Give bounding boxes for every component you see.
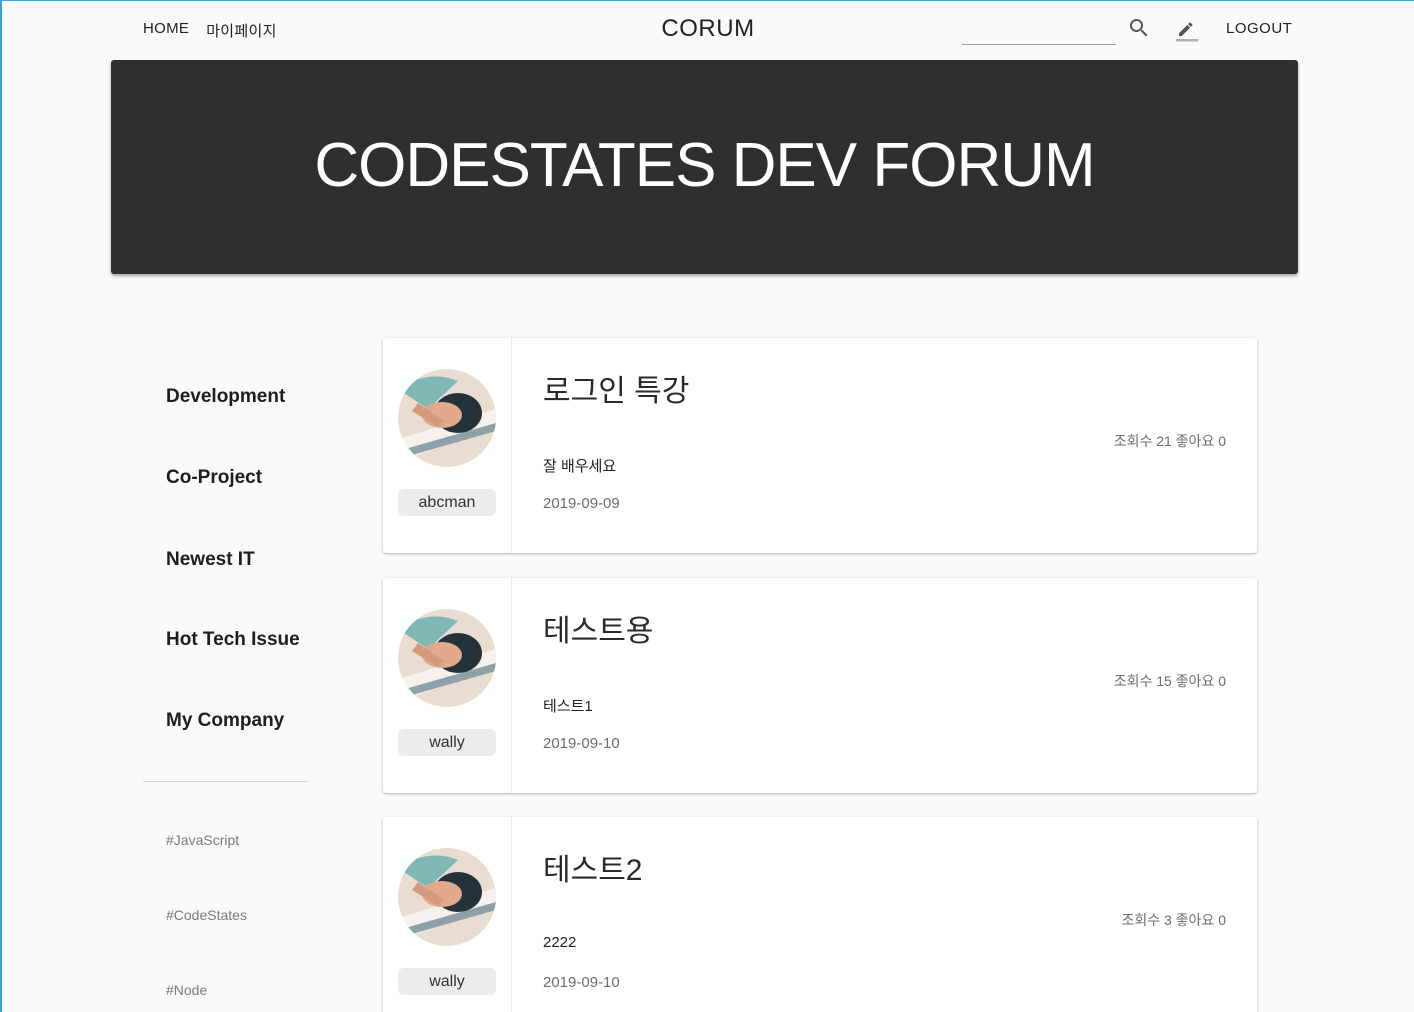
post-stats: 조회수 15 좋아요 0 [1113,673,1226,689]
category-hot-tech-issue[interactable]: Hot Tech Issue [166,629,300,651]
post-author-column: abcman [383,338,512,553]
hero-title: CODESTATES DEV FORUM [314,130,1095,200]
post-card[interactable]: wally 테스트2 조회수 3 좋아요 0 2222 2019-09-10 [383,817,1257,1012]
avatar[interactable] [398,848,496,946]
author-badge[interactable]: wally [398,729,496,756]
post-card[interactable]: abcman 로그인 특강 조회수 21 좋아요 0 잘 배우세요 2019-0… [383,338,1257,553]
nav-links: HOME 마이페이지 [143,20,277,41]
tag-javascript[interactable]: #JavaScript [166,832,239,848]
logout-button[interactable]: LOGOUT [1226,20,1292,37]
post-body: 테스트1 [543,698,593,715]
pencil-icon[interactable] [1174,16,1198,42]
author-badge[interactable]: wally [398,968,496,995]
tag-codestates[interactable]: #CodeStates [166,907,247,923]
category-my-company[interactable]: My Company [166,710,284,732]
search-input[interactable] [962,19,1116,45]
post-body: 2222 [543,934,577,951]
post-author-column: wally [383,817,512,1012]
avatar[interactable] [398,609,496,707]
post-stats: 조회수 3 좋아요 0 [1121,912,1226,928]
category-newest-it[interactable]: Newest IT [166,549,255,571]
post-date: 2019-09-10 [543,974,620,991]
tag-node[interactable]: #Node [166,982,207,998]
nav-mypage-link[interactable]: 마이페이지 [206,20,277,41]
sidebar-divider [143,781,308,782]
post-title[interactable]: 테스트2 [543,845,643,889]
post-body: 잘 배우세요 [543,458,617,475]
post-card[interactable]: wally 테스트용 조회수 15 좋아요 0 테스트1 2019-09-10 [383,578,1257,793]
category-co-project[interactable]: Co-Project [166,467,262,489]
nav-home-link[interactable]: HOME [143,20,189,41]
brand-title[interactable]: CORUM [661,15,754,42]
hero-banner: CODESTATES DEV FORUM [111,60,1298,274]
post-date: 2019-09-09 [543,495,620,512]
author-badge[interactable]: abcman [398,489,496,516]
post-date: 2019-09-10 [543,735,620,752]
top-app-bar: HOME 마이페이지 CORUM LOGOUT [2,1,1414,57]
category-development[interactable]: Development [166,386,285,408]
post-title[interactable]: 로그인 특강 [543,366,689,410]
post-title[interactable]: 테스트용 [543,606,653,650]
search-icon[interactable] [1127,16,1151,40]
post-author-column: wally [383,578,512,793]
post-stats: 조회수 21 좋아요 0 [1113,433,1226,449]
avatar[interactable] [398,369,496,467]
